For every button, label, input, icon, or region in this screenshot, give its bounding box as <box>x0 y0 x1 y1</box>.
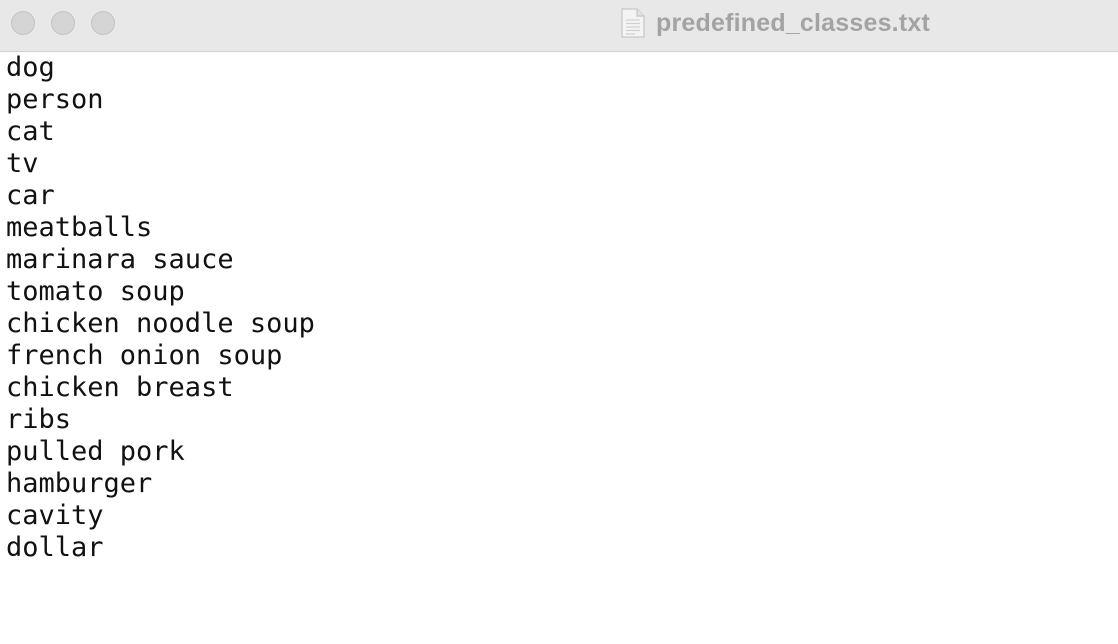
text-line[interactable]: tomato soup <box>6 276 1118 308</box>
text-line[interactable]: person <box>6 84 1118 116</box>
text-line[interactable]: marinara sauce <box>6 244 1118 276</box>
close-window-button[interactable] <box>11 11 35 35</box>
text-line[interactable]: hamburger <box>6 468 1118 500</box>
text-line[interactable]: french onion soup <box>6 340 1118 372</box>
text-editor-window: predefined_classes.txt dog person cat tv… <box>0 0 1118 644</box>
window-title: predefined_classes.txt <box>656 8 930 37</box>
text-line[interactable]: tv <box>6 148 1118 180</box>
zoom-window-button[interactable] <box>91 11 115 35</box>
text-line[interactable]: cat <box>6 116 1118 148</box>
text-line[interactable]: meatballs <box>6 212 1118 244</box>
minimize-window-button[interactable] <box>51 11 75 35</box>
text-line[interactable]: car <box>6 180 1118 212</box>
text-line[interactable]: ribs <box>6 404 1118 436</box>
text-line[interactable]: cavity <box>6 500 1118 532</box>
text-line[interactable]: chicken breast <box>6 372 1118 404</box>
text-line[interactable]: dollar <box>6 532 1118 564</box>
text-document-icon[interactable] <box>620 8 646 38</box>
text-line[interactable]: dog <box>6 52 1118 84</box>
window-title-group: predefined_classes.txt <box>620 8 930 38</box>
text-line[interactable]: pulled pork <box>6 436 1118 468</box>
title-bar[interactable]: predefined_classes.txt <box>0 0 1118 52</box>
text-line[interactable]: chicken noodle soup <box>6 308 1118 340</box>
text-content-area[interactable]: dog person cat tv car meatballs marinara… <box>6 52 1118 644</box>
